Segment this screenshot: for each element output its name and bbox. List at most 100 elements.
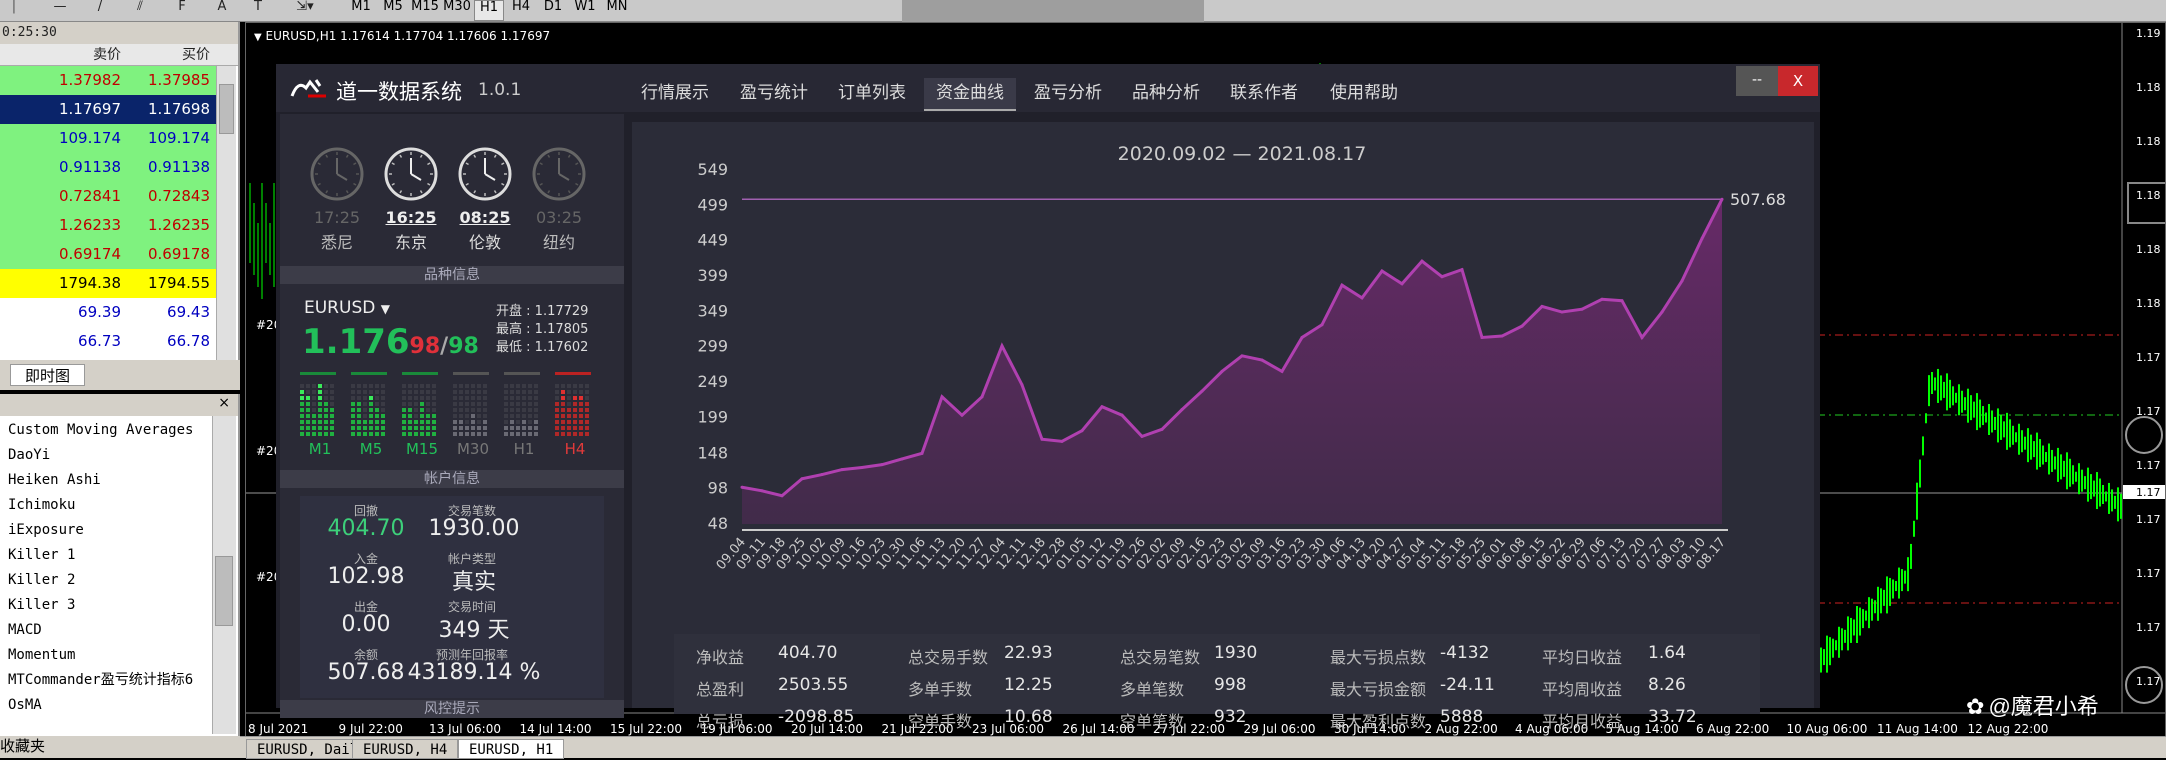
cursor-icon[interactable]: | xyxy=(4,0,24,21)
equity-point xyxy=(1640,335,1644,339)
stats-table: 净收益 404.70 总交易手数 22.93 总交易笔数 1930 最大亏损点数 -4132 平… xyxy=(674,634,1760,731)
close-icon[interactable]: × xyxy=(218,395,230,411)
price-axis-label: 1.18 xyxy=(2136,135,2161,148)
equity-point xyxy=(960,413,964,417)
clock-city: 东京 xyxy=(394,233,427,252)
navigator-item[interactable]: MTCommander盈亏统计指标6 xyxy=(0,668,212,693)
ask-value: 69.43 xyxy=(167,303,210,321)
timeframe-h4[interactable]: H4 xyxy=(506,0,536,21)
navigator-title: × xyxy=(0,394,238,416)
account-info-section: 帐户信息 xyxy=(280,470,624,488)
clock-3: 03:25 纽约 xyxy=(530,146,588,253)
clock-icon xyxy=(310,147,364,201)
market-watch-row[interactable]: 1.26233 1.26235 xyxy=(0,211,216,240)
navigator: × Custom Moving Averages DaoYi Heiken Ashi… xyxy=(0,394,240,736)
menu-item-7[interactable]: 使用帮助 xyxy=(1330,78,1398,103)
timeframe-mn[interactable]: MN xyxy=(602,0,632,21)
equity-point xyxy=(1300,335,1304,339)
tab-chart-2[interactable]: EURUSD, H1 xyxy=(458,739,565,759)
navigator-item[interactable]: OsMA xyxy=(0,693,212,718)
timeframe-h1[interactable]: H1 xyxy=(474,0,504,21)
navigator-item[interactable]: Ichimoku xyxy=(0,493,212,518)
equity-point xyxy=(860,465,864,469)
menu-item-5[interactable]: 品种分析 xyxy=(1132,78,1200,103)
market-watch-scrollbar[interactable] xyxy=(216,66,236,382)
bid-column-header[interactable]: 卖价 xyxy=(42,44,125,65)
navigator-item[interactable]: Heiken Ashi xyxy=(0,468,212,493)
symbol-selector[interactable]: EURUSD ▼ xyxy=(304,298,390,318)
time-axis-label: 14 Jul 14:00 xyxy=(520,722,592,736)
fibo-tool-icon[interactable]: F xyxy=(172,0,192,21)
chart-title: 2020.09.02 — 2021.08.17 xyxy=(1118,143,1367,165)
equity-point xyxy=(1620,299,1624,303)
favorites-tab[interactable]: 收藏夹 xyxy=(0,736,240,758)
market-watch-row[interactable]: 1.17697 1.17698 xyxy=(0,95,216,124)
timeframe-d1[interactable]: D1 xyxy=(538,0,568,21)
tab-chart-1[interactable]: EURUSD, H4 xyxy=(352,739,459,759)
menu-item-0[interactable]: 行情展示 xyxy=(641,78,709,103)
max-value-label: 507.68 xyxy=(1730,190,1786,209)
close-button[interactable]: X xyxy=(1778,66,1818,96)
market-watch-row[interactable]: 1794.38 1794.55 xyxy=(0,269,216,298)
arrows-tool-icon[interactable]: ⇲▾ xyxy=(290,0,320,21)
timeframe-m15[interactable]: M15 xyxy=(410,0,440,21)
ask-value: 1.26235 xyxy=(147,216,210,234)
navigator-item[interactable]: Killer 1 xyxy=(0,543,212,568)
stat-value: 2503.55 xyxy=(778,675,849,695)
market-watch-time: 0:25:30 xyxy=(0,22,238,44)
timeframe-m5[interactable]: M5 xyxy=(378,0,408,21)
minimize-button[interactable]: -- xyxy=(1736,66,1778,96)
channel-tool-icon[interactable]: ⫽ xyxy=(130,0,150,21)
price-axis-label: 1.19 xyxy=(2136,27,2161,40)
menu-item-4[interactable]: 盈亏分析 xyxy=(1034,78,1102,103)
ohlc-label: 开盘 xyxy=(496,304,523,319)
y-tick-label: 148 xyxy=(697,443,728,462)
navigator-item[interactable]: Killer 3 xyxy=(0,593,212,618)
menu-item-3[interactable]: 资金曲线 xyxy=(924,78,1016,111)
chart-side-button[interactable] xyxy=(2125,416,2163,454)
navigator-scrollbar[interactable] xyxy=(212,416,236,734)
menu-item-1[interactable]: 盈亏统计 xyxy=(740,78,808,103)
navigator-item[interactable]: MACD xyxy=(0,618,212,643)
y-tick-label: 549 xyxy=(697,160,728,179)
timeframe-m30[interactable]: M30 xyxy=(442,0,472,21)
tab-realtime-chart[interactable]: 即时图 xyxy=(10,364,86,386)
tf-label-m15: M15 xyxy=(405,440,439,458)
label-tool-icon[interactable]: T xyxy=(248,0,268,21)
menu-item-6[interactable]: 联系作者 xyxy=(1230,78,1298,103)
price-axis-label: 1.17 xyxy=(2136,621,2161,634)
equity-point xyxy=(1180,408,1184,412)
market-watch-row[interactable]: 66.73 66.78 xyxy=(0,327,216,356)
menu-item-2[interactable]: 订单列表 xyxy=(838,78,906,103)
equity-curve-panel: 2020.09.02 — 2021.08.17 549 499 449 399 349 29… xyxy=(632,122,1814,708)
ask-column-header[interactable]: 买价 xyxy=(125,44,214,65)
line-tool-icon[interactable]: — xyxy=(50,0,70,21)
equity-point xyxy=(1580,307,1584,311)
equity-point xyxy=(1440,275,1444,279)
navigator-item[interactable]: DaoYi xyxy=(0,443,212,468)
navigator-item[interactable]: Momentum xyxy=(0,643,212,668)
navigator-item[interactable]: Killer 2 xyxy=(0,568,212,593)
timeframe-m1[interactable]: M1 xyxy=(346,0,376,21)
text-tool-icon[interactable]: A xyxy=(212,0,232,21)
price-axis-label: 1.17 xyxy=(2136,675,2161,688)
ask-value: 1794.55 xyxy=(147,274,210,292)
trendline-tool-icon[interactable]: / xyxy=(90,0,110,21)
navigator-item[interactable]: Custom Moving Averages xyxy=(0,418,212,443)
ask-value: 0.91138 xyxy=(147,158,210,176)
market-watch-row[interactable]: 0.69174 0.69178 xyxy=(0,240,216,269)
market-watch-row[interactable]: 1.37982 1.37985 xyxy=(0,66,216,95)
clock-2: 08:25 伦敦 xyxy=(456,146,514,253)
market-watch-row[interactable]: 69.39 69.43 xyxy=(0,298,216,327)
y-tick-label: 399 xyxy=(697,266,728,285)
market-watch-row[interactable]: 109.174 109.174 xyxy=(0,124,216,153)
equity-point xyxy=(1360,296,1364,300)
market-watch-row[interactable]: 0.72841 0.72843 xyxy=(0,182,216,211)
equity-point xyxy=(800,477,804,481)
stat-value: 8.26 xyxy=(1648,675,1686,695)
navigator-item[interactable]: iExposure xyxy=(0,518,212,543)
timeframe-w1[interactable]: W1 xyxy=(570,0,600,21)
stat-value: -4132 xyxy=(1440,643,1490,663)
market-watch-row[interactable]: 0.91138 0.91138 xyxy=(0,153,216,182)
toolbar-scroll-thumb[interactable] xyxy=(902,0,1204,22)
